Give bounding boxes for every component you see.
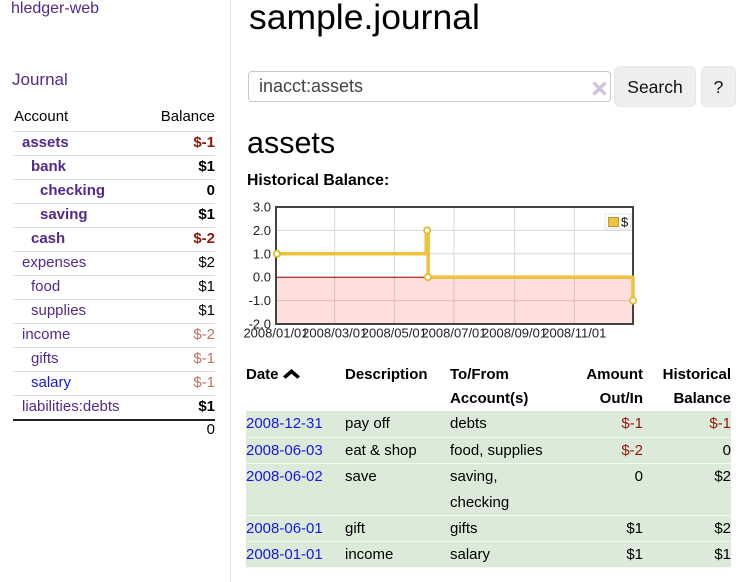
svg-text:2008/07/01: 2008/07/01 bbox=[421, 326, 486, 341]
svg-text:2008/01/01: 2008/01/01 bbox=[243, 326, 308, 341]
svg-text:3.0: 3.0 bbox=[253, 200, 271, 215]
svg-text:2008/03/01: 2008/03/01 bbox=[302, 326, 367, 341]
svg-text:0.0: 0.0 bbox=[253, 270, 271, 285]
svg-text:2.0: 2.0 bbox=[253, 223, 271, 238]
svg-text:2008/05/01: 2008/05/01 bbox=[362, 326, 427, 341]
svg-text:2008/09/01: 2008/09/01 bbox=[482, 326, 547, 341]
svg-text:2008/11/01: 2008/11/01 bbox=[542, 326, 606, 341]
svg-text:$: $ bbox=[621, 215, 629, 230]
svg-text:-1.0: -1.0 bbox=[249, 293, 271, 308]
svg-text:1.0: 1.0 bbox=[253, 246, 271, 261]
